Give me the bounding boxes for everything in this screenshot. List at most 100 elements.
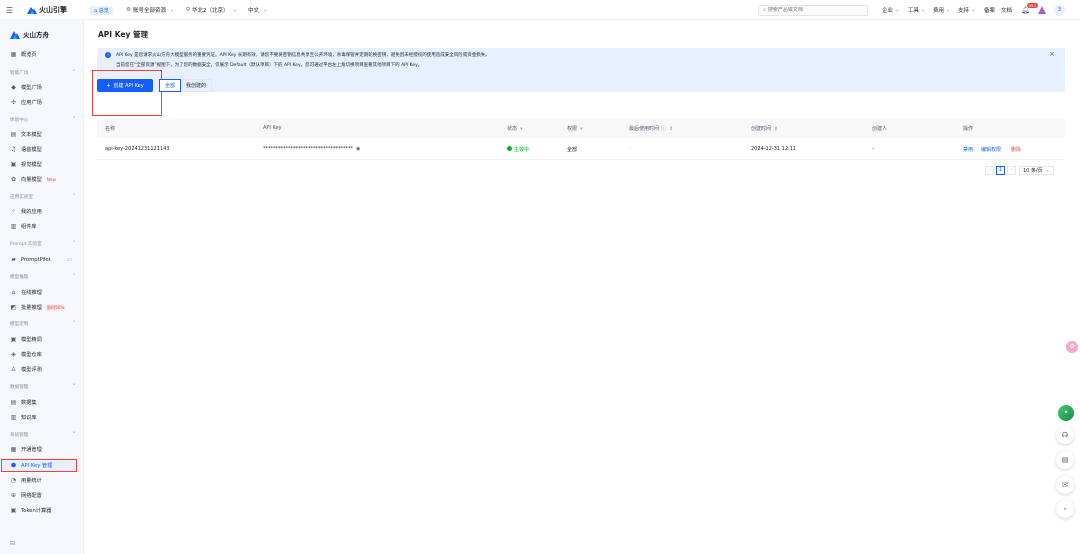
section-title: 系统管理 bbox=[10, 432, 29, 438]
sidebar-item-vision-model[interactable]: ▣ 视觉模型 bbox=[0, 158, 84, 171]
promptpilot-icon: ▰ bbox=[11, 256, 16, 263]
sidebar-section-experience[interactable]: 体验中心 ⌃ bbox=[10, 114, 76, 125]
sidebar-item-components[interactable]: ▥ 组件库 bbox=[0, 220, 84, 233]
create-api-key-button[interactable]: + 创建 API Key bbox=[97, 79, 153, 92]
close-icon[interactable]: × bbox=[1049, 50, 1055, 58]
docs-link[interactable]: 文档 bbox=[1001, 0, 1012, 20]
page-size-select[interactable]: 10 条/页 ⌄ bbox=[1019, 165, 1054, 175]
edit-permission-button[interactable]: 编辑权限 bbox=[981, 146, 1001, 153]
sidebar-item-vector-model[interactable]: ✿ 向量模型 New bbox=[0, 173, 84, 186]
sidebar-item-voice-model[interactable]: ♫ 语音模型 bbox=[0, 143, 84, 156]
sidebar-item-overview[interactable]: ▦ 概览页 bbox=[0, 48, 84, 61]
eye-icon[interactable]: ◉ bbox=[356, 146, 360, 152]
sidebar-item-usage[interactable]: ◔ 用量统计 bbox=[0, 474, 84, 487]
column-label: 创建时间 bbox=[751, 126, 772, 132]
usage-icon: ◔ bbox=[10, 477, 17, 484]
language-select[interactable]: 中文 ⌄ bbox=[248, 0, 268, 20]
feedback-icon[interactable]: ✉ bbox=[1056, 476, 1074, 494]
sidebar: 火山方舟 ▦ 概览页 智能广场 ⌃ ◆ 模型广场 ✣ 应用广场 体验中心 ⌃ ▤ 文本模型 … bbox=[0, 20, 84, 554]
sidebar-section-prompt-lab[interactable]: Prompt 实验室 ⌃ bbox=[10, 238, 76, 249]
sidebar-item-label: 模型评测 bbox=[21, 367, 42, 373]
sidebar-section-data[interactable]: 数据管理 ⌃ bbox=[10, 381, 76, 392]
ai-assistant-icon[interactable] bbox=[1038, 0, 1046, 20]
sidebar-item-dataset[interactable]: ▤ 数据集 bbox=[0, 396, 84, 409]
evaluation-icon: ♙ bbox=[10, 366, 17, 373]
sidebar-item-online-inference[interactable]: ⌂ 在线推理 bbox=[0, 286, 84, 299]
sidebar-item-activation[interactable]: ▦ 开通管理 bbox=[0, 443, 84, 456]
sidebar-item-model-square[interactable]: ◆ 模型广场 bbox=[0, 81, 84, 94]
sidebar-item-network[interactable]: ⊕ 网络配置 bbox=[0, 489, 84, 502]
alert-text-line1: API Key 是您请求火山方舟大模型服务的重要凭证。API Key 长期有效，… bbox=[116, 53, 490, 58]
sidebar-item-app-square[interactable]: ✣ 应用广场 bbox=[0, 96, 84, 109]
icp-link[interactable]: 备案 bbox=[984, 0, 995, 20]
sidebar-section-customization[interactable]: 模型定制 ⌃ bbox=[10, 318, 76, 329]
search-input[interactable] bbox=[767, 7, 863, 13]
resource-scope-select[interactable]: ⚙ 账号全部资源 ⌄ bbox=[126, 0, 175, 20]
next-page-icon[interactable]: › bbox=[1007, 165, 1016, 175]
avatar-label: 3 bbox=[1054, 4, 1065, 16]
filter-mine[interactable]: 我创建的 bbox=[181, 79, 213, 92]
sidebar-item-batch-inference[interactable]: ◩ 批量推理 限时50% bbox=[0, 301, 84, 314]
billing-menu[interactable]: 费用 ⌄ bbox=[933, 0, 951, 20]
section-title: 体验中心 bbox=[10, 117, 29, 123]
sidebar-section-model-square[interactable]: 智能广场 ⌃ bbox=[10, 67, 76, 78]
ai-helper-icon[interactable]: ✦ bbox=[1058, 405, 1074, 421]
sidebar-item-knowledge-base[interactable]: ▥ 知识库 bbox=[0, 411, 84, 424]
volcano-logo-icon bbox=[27, 7, 37, 14]
sidebar-item-api-key[interactable]: ⬢ API Key 管理 bbox=[1, 459, 77, 472]
chevron-up-icon: ⌃ bbox=[72, 194, 76, 199]
sidebar-item-evaluation[interactable]: ♙ 模型评测 bbox=[0, 363, 84, 376]
customer-service-icon[interactable]: ☊ bbox=[1056, 426, 1074, 444]
brand-logo[interactable]: 火山引擎 bbox=[27, 0, 67, 20]
sidebar-item-promptpilot[interactable]: ▰ PromptPilot ▭ bbox=[0, 253, 84, 266]
global-search[interactable]: ⌕ bbox=[758, 0, 868, 20]
sidebar-item-fine-tune[interactable]: ▣ 模型精调 bbox=[0, 333, 84, 346]
page-number[interactable]: 1 bbox=[996, 165, 1005, 175]
sidebar-item-my-apps[interactable]: ⁘ 我的应用 bbox=[0, 205, 84, 218]
brand-name: 火山引擎 bbox=[39, 6, 67, 14]
chevron-up-icon: ⌃ bbox=[72, 274, 76, 279]
chevron-down-icon: ⌄ bbox=[169, 7, 175, 13]
resource-scope-label: 账号全部资源 bbox=[132, 8, 166, 14]
prev-page-icon[interactable]: ‹ bbox=[985, 165, 994, 175]
floating-assistant-icon[interactable]: ✿ bbox=[1066, 341, 1078, 353]
disable-button[interactable]: 禁用 bbox=[963, 146, 973, 153]
chevron-down-icon: ⌄ bbox=[946, 7, 951, 13]
filter-all[interactable]: 全部 bbox=[159, 79, 182, 92]
sidebar-item-label: 模型仓库 bbox=[21, 352, 42, 358]
delete-button[interactable]: 删除 bbox=[1011, 146, 1021, 153]
status-badge: 生效中 bbox=[514, 147, 530, 153]
sidebar-item-text-model[interactable]: ▤ 文本模型 bbox=[0, 128, 84, 141]
shield-icon: ⬢ bbox=[10, 462, 17, 469]
table-row: api-key-20241231121143 *****************… bbox=[97, 138, 1065, 160]
column-status[interactable]: 状态 ⩔ bbox=[507, 125, 523, 132]
filter-label: 我创建的 bbox=[186, 83, 207, 89]
news-icon[interactable]: ▤ bbox=[1056, 451, 1074, 469]
enterprise-menu[interactable]: 企业 ⌄ bbox=[882, 0, 900, 20]
sidebar-section-system[interactable]: 系统管理 ⌃ bbox=[10, 429, 76, 440]
section-title: 模型定制 bbox=[10, 321, 29, 327]
tools-menu[interactable]: 工具 ⌄ bbox=[908, 0, 926, 20]
sidebar-item-token-calculator[interactable]: ▣ Token计算器 bbox=[0, 504, 84, 517]
menu-icon[interactable]: ☰ bbox=[6, 0, 13, 20]
support-menu[interactable]: 支持 ⌄ bbox=[958, 0, 976, 20]
expand-tools-icon[interactable]: › bbox=[1056, 500, 1074, 518]
sidebar-item-model-repo[interactable]: ◈ 模型仓库 bbox=[0, 348, 84, 361]
region-select[interactable]: ⚲ 华北2（北京） ⌄ bbox=[186, 0, 237, 20]
column-created[interactable]: 创建时间 ⇕ bbox=[751, 125, 778, 132]
table-header: 名称 API Key 状态 ⩔ 权限 ⩔ 最后使用时间 ⓘ ⇕ 创建时间 ⇕ 创建人 操作 bbox=[97, 119, 1065, 138]
fine-tune-icon: ▣ bbox=[10, 336, 17, 343]
collapse-sidebar-icon[interactable]: ⊟ bbox=[10, 540, 15, 547]
cell-creator: - bbox=[872, 146, 874, 152]
sidebar-section-inference[interactable]: 模型推理 ⌃ bbox=[10, 271, 76, 282]
column-last-used[interactable]: 最后使用时间 ⓘ ⇕ bbox=[629, 125, 673, 132]
billing-label: 费用 bbox=[933, 8, 945, 14]
column-permission[interactable]: 权限 ⩔ bbox=[567, 125, 583, 132]
notification-button[interactable]: 🔔︎ 99+ bbox=[1021, 0, 1039, 20]
overview-button[interactable]: ⌂ 总览 bbox=[90, 0, 113, 20]
sidebar-section-app-lab[interactable]: 应用实验室 ⌃ bbox=[10, 191, 76, 202]
avatar[interactable]: 3 bbox=[1054, 0, 1065, 20]
product-header[interactable]: 火山方舟 bbox=[10, 29, 49, 39]
discount-tag: 限时50% bbox=[44, 304, 67, 311]
product-name: 火山方舟 bbox=[23, 31, 49, 39]
